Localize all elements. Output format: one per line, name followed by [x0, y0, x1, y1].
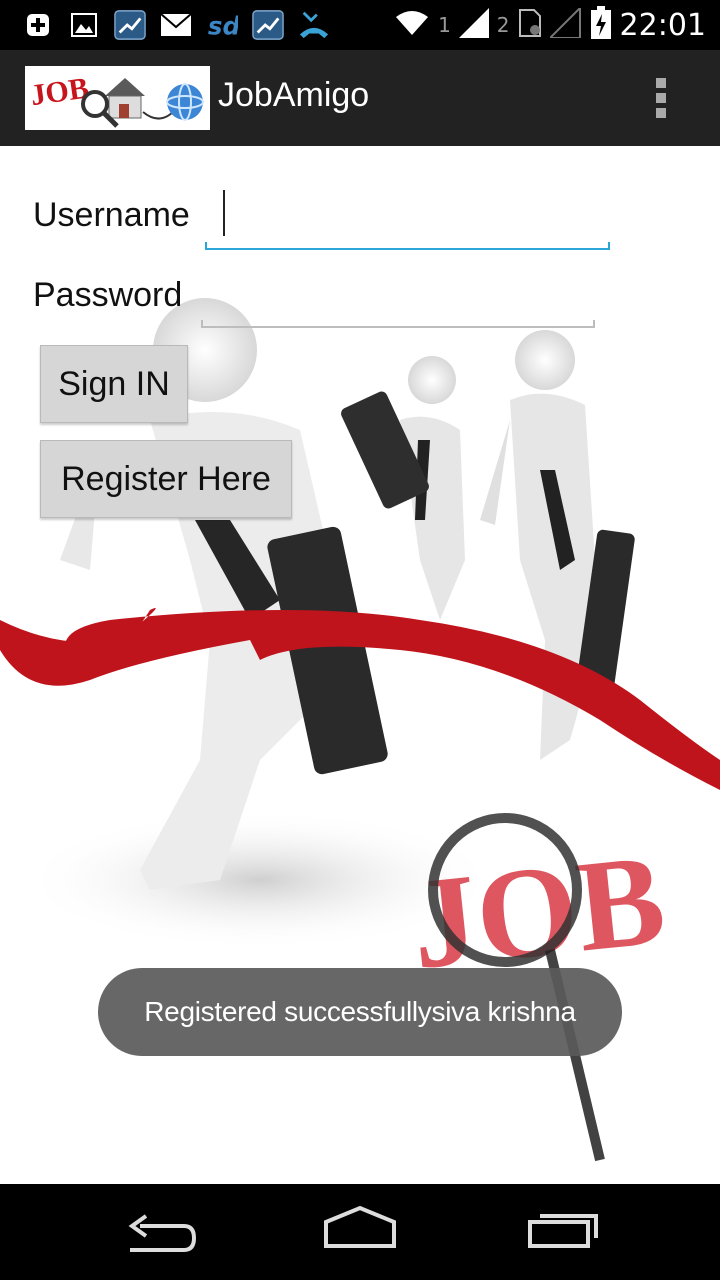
home-icon[interactable]	[320, 1204, 400, 1260]
stocks-icon	[114, 10, 146, 40]
recent-apps-icon[interactable]	[524, 1204, 604, 1260]
wifi-icon	[394, 9, 430, 42]
missed-call-icon	[298, 10, 330, 40]
sim1-label: 1	[438, 13, 451, 37]
sim-card-icon	[518, 8, 542, 43]
mail-icon	[160, 10, 192, 40]
navigation-bar	[0, 1184, 720, 1280]
sd-icon: sd	[206, 10, 238, 40]
toast-message: Registered successfullysiva krishna	[98, 968, 622, 1056]
app-logo: JOB	[25, 66, 210, 130]
battery-icon	[590, 5, 612, 45]
register-button[interactable]: Register Here	[40, 440, 292, 518]
username-input[interactable]	[215, 194, 584, 240]
back-icon[interactable]	[120, 1204, 200, 1260]
no-signal-icon	[547, 5, 582, 43]
action-bar: JOB JobAmigo	[0, 50, 720, 146]
sign-in-button[interactable]: Sign IN	[40, 345, 188, 423]
app-title: JobAmigo	[218, 76, 370, 114]
clock: 22:01	[619, 7, 706, 43]
image-icon	[68, 10, 100, 40]
overflow-menu-icon[interactable]	[656, 78, 670, 118]
add-icon	[22, 10, 54, 40]
username-field[interactable]	[205, 190, 610, 250]
status-bar: sd 1 2 22:01	[0, 0, 720, 50]
password-input[interactable]	[211, 274, 570, 320]
signal-icon	[458, 7, 489, 43]
stocks-icon	[252, 10, 284, 40]
sim2-label: 2	[496, 13, 510, 37]
username-label: Username	[33, 196, 190, 234]
password-field[interactable]	[201, 270, 595, 328]
password-label: Password	[33, 276, 183, 314]
svg-text:sd: sd	[208, 11, 238, 40]
